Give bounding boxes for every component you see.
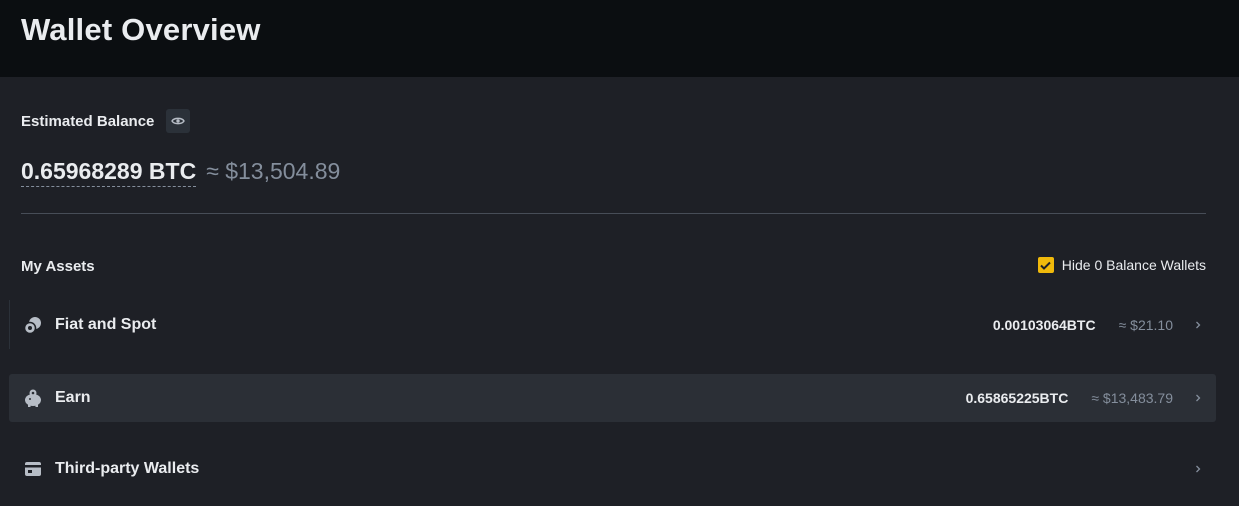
my-assets-title: My Assets xyxy=(21,258,95,275)
asset-row-values: 0.00103064BTC ≈ $21.10 xyxy=(993,317,1203,333)
asset-row-label: Earn xyxy=(55,389,91,406)
asset-row-third-party[interactable]: Third-party Wallets xyxy=(9,445,1216,493)
chevron-right-icon xyxy=(1193,464,1203,474)
asset-row-earn[interactable]: Earn 0.65865225BTC ≈ $13,483.79 xyxy=(9,374,1216,422)
balance-btc[interactable]: 0.65968289 BTC xyxy=(21,158,197,187)
balance-usd: ≈ $13,504.89 xyxy=(206,158,341,184)
chevron-right-icon xyxy=(1193,393,1203,403)
asset-row-btc: 0.00103064BTC xyxy=(992,317,1096,333)
asset-row-values xyxy=(1173,464,1203,474)
checkmark-icon xyxy=(1040,261,1051,270)
estimated-balance-label: Estimated Balance xyxy=(21,113,155,130)
hide-zero-checkbox[interactable] xyxy=(1037,257,1054,273)
third-party-wallet-icon xyxy=(22,458,44,480)
asset-row-fiat-spot[interactable]: Fiat and Spot 0.00103064BTC ≈ $21.10 xyxy=(9,301,1216,349)
asset-row-values: 0.65865225BTC ≈ $13,483.79 xyxy=(966,390,1203,406)
chevron-right-icon xyxy=(1193,320,1203,330)
asset-row-usd: ≈ $13,483.79 xyxy=(1091,390,1173,406)
eye-icon xyxy=(171,117,185,125)
hide-zero-label: Hide 0 Balance Wallets xyxy=(1061,257,1206,273)
asset-row-label: Third-party Wallets xyxy=(55,460,200,477)
asset-row-label: Fiat and Spot xyxy=(55,316,157,333)
page-header: Wallet Overview xyxy=(0,0,1239,77)
asset-row-usd: ≈ $21.10 xyxy=(1118,317,1173,333)
divider xyxy=(21,213,1206,214)
estimated-balance: 0.65968289 BTC ≈ $13,504.89 xyxy=(21,158,340,192)
toggle-visibility-button[interactable] xyxy=(166,109,190,133)
hide-zero-balance-toggle[interactable]: Hide 0 Balance Wallets xyxy=(1037,257,1206,273)
wallet-spot-icon xyxy=(22,314,44,336)
asset-row-btc: 0.65865225BTC xyxy=(965,390,1069,406)
piggy-bank-icon xyxy=(22,387,44,409)
page-title: Wallet Overview xyxy=(21,12,261,47)
